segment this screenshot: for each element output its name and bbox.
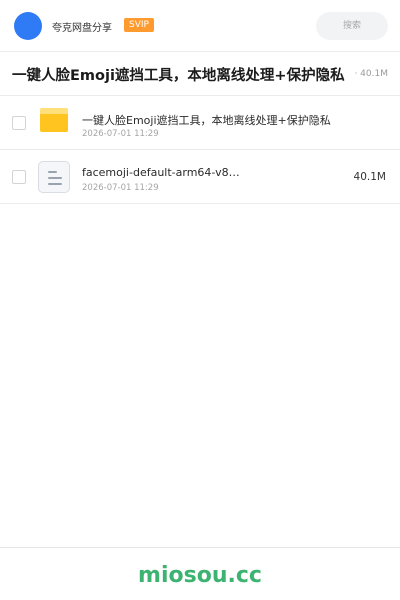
top-bar: 夸克网盘分享 SVIP 搜索	[0, 0, 400, 52]
file-checkbox[interactable]	[12, 116, 26, 130]
document-icon	[38, 161, 70, 193]
folder-icon	[40, 108, 68, 132]
share-meta: 1 · 40.1M	[345, 69, 388, 79]
page-title: 一键人脸Emoji遮挡工具，本地离线处理+保护隐私	[12, 64, 352, 85]
file-name[interactable]: 一键人脸Emoji遮挡工具，本地离线处理+保护隐私	[82, 112, 331, 128]
avatar[interactable]	[14, 12, 42, 40]
share-page: 夸克网盘分享 SVIP 搜索 1 · 40.1M 一键人脸Emoji遮挡工具，本…	[0, 0, 400, 600]
file-checkbox[interactable]	[12, 170, 26, 184]
footer-logo[interactable]: miosou.cc	[0, 563, 400, 588]
footer-bar: miosou.cc	[0, 547, 400, 600]
file-row-folder[interactable]: 一键人脸Emoji遮挡工具，本地离线处理+保护隐私 2026-07-01 11:…	[0, 96, 400, 150]
file-row-apk[interactable]: facemoji-default-arm64-v8… 2026-07-01 11…	[0, 150, 400, 204]
share-title-row: 1 · 40.1M 一键人脸Emoji遮挡工具，本地离线处理+保护隐私	[0, 52, 400, 96]
search-input[interactable]: 搜索	[316, 12, 388, 40]
brand-label: 夸克网盘分享	[52, 23, 112, 34]
file-date: 2026-07-01 11:29	[82, 129, 159, 139]
file-date: 2026-07-01 11:29	[82, 183, 159, 193]
svip-badge: SVIP	[124, 18, 154, 32]
file-size: 40.1M	[353, 171, 386, 183]
file-name[interactable]: facemoji-default-arm64-v8…	[82, 166, 240, 179]
